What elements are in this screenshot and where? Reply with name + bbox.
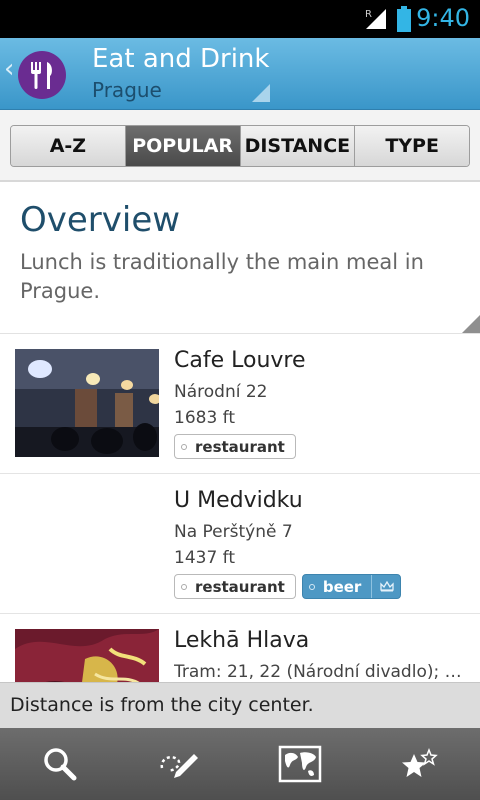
header-title: Eat and Drink — [92, 44, 270, 74]
tag-hole-icon — [181, 584, 187, 590]
overview-title: Overview — [20, 200, 181, 240]
crown-icon — [371, 575, 394, 598]
tag-restaurant[interactable]: restaurant — [174, 434, 296, 459]
fork-knife-icon[interactable] — [18, 51, 66, 99]
tag-label: beer — [322, 577, 362, 596]
tab-a-z[interactable]: A-Z — [11, 126, 126, 166]
status-time: 9:40 — [416, 4, 470, 32]
list-item[interactable]: U Medvidku Na Perštýně 7 1437 ft restaur… — [0, 474, 480, 614]
info-text: Distance is from the city center. — [10, 694, 314, 716]
info-banner: Distance is from the city center. — [0, 682, 480, 728]
place-address: Tram: 21, 22 (Národní divadlo); 17, 18 (… — [174, 662, 464, 682]
tag-label: restaurant — [195, 437, 285, 456]
place-tags: restaurant beer — [174, 574, 402, 599]
place-address: Na Perštýně 7 — [174, 522, 293, 542]
tab-distance[interactable]: DISTANCE — [240, 126, 356, 166]
sort-tab-strip: A-Z POPULAR DISTANCE TYPE — [0, 110, 480, 182]
place-name: Cafe Louvre — [174, 348, 306, 373]
list-item[interactable]: Cafe Louvre Národní 22 1683 ft restauran… — [0, 334, 480, 474]
overview-text: Lunch is traditionally the main meal in … — [20, 250, 424, 303]
place-name: Lekhā Hlava — [174, 628, 310, 653]
signal-icon: R — [365, 9, 386, 29]
dropdown-corner-icon[interactable] — [252, 84, 270, 102]
bottom-action-bar — [0, 728, 480, 800]
back-chevron-icon[interactable]: ‹ — [4, 54, 14, 84]
tab-popular[interactable]: POPULAR — [125, 126, 241, 166]
place-distance: 1683 ft — [174, 408, 236, 428]
notes-button[interactable] — [120, 728, 240, 800]
tag-hole-icon — [308, 584, 315, 590]
tag-hole-icon — [181, 444, 187, 450]
tag-label: restaurant — [195, 577, 285, 596]
place-tags: restaurant — [174, 434, 296, 459]
expand-corner-icon[interactable] — [462, 315, 480, 333]
notes-icon — [160, 754, 198, 778]
svg-text:R: R — [365, 9, 372, 20]
search-icon — [44, 748, 77, 781]
map-button[interactable] — [240, 728, 360, 800]
place-address: Národní 22 — [174, 382, 268, 402]
map-icon — [278, 745, 322, 783]
battery-icon — [397, 6, 411, 32]
place-distance: 1437 ft — [174, 548, 236, 568]
favorites-icon — [402, 747, 438, 777]
app-header: ‹ Eat and Drink Prague — [0, 38, 480, 110]
status-bar: R 9:40 — [0, 0, 480, 38]
place-name: U Medvidku — [174, 488, 303, 513]
place-photo — [15, 349, 159, 457]
sort-tabs: A-Z POPULAR DISTANCE TYPE — [10, 125, 470, 167]
tag-restaurant[interactable]: restaurant — [174, 574, 296, 599]
search-button[interactable] — [0, 728, 120, 800]
overview-section[interactable]: Overview Lunch is traditionally the main… — [0, 182, 480, 334]
tab-type[interactable]: TYPE — [355, 126, 469, 166]
favorites-button[interactable] — [360, 728, 480, 800]
city-selector[interactable]: Prague — [92, 78, 162, 102]
tag-beer[interactable]: beer — [301, 574, 402, 599]
